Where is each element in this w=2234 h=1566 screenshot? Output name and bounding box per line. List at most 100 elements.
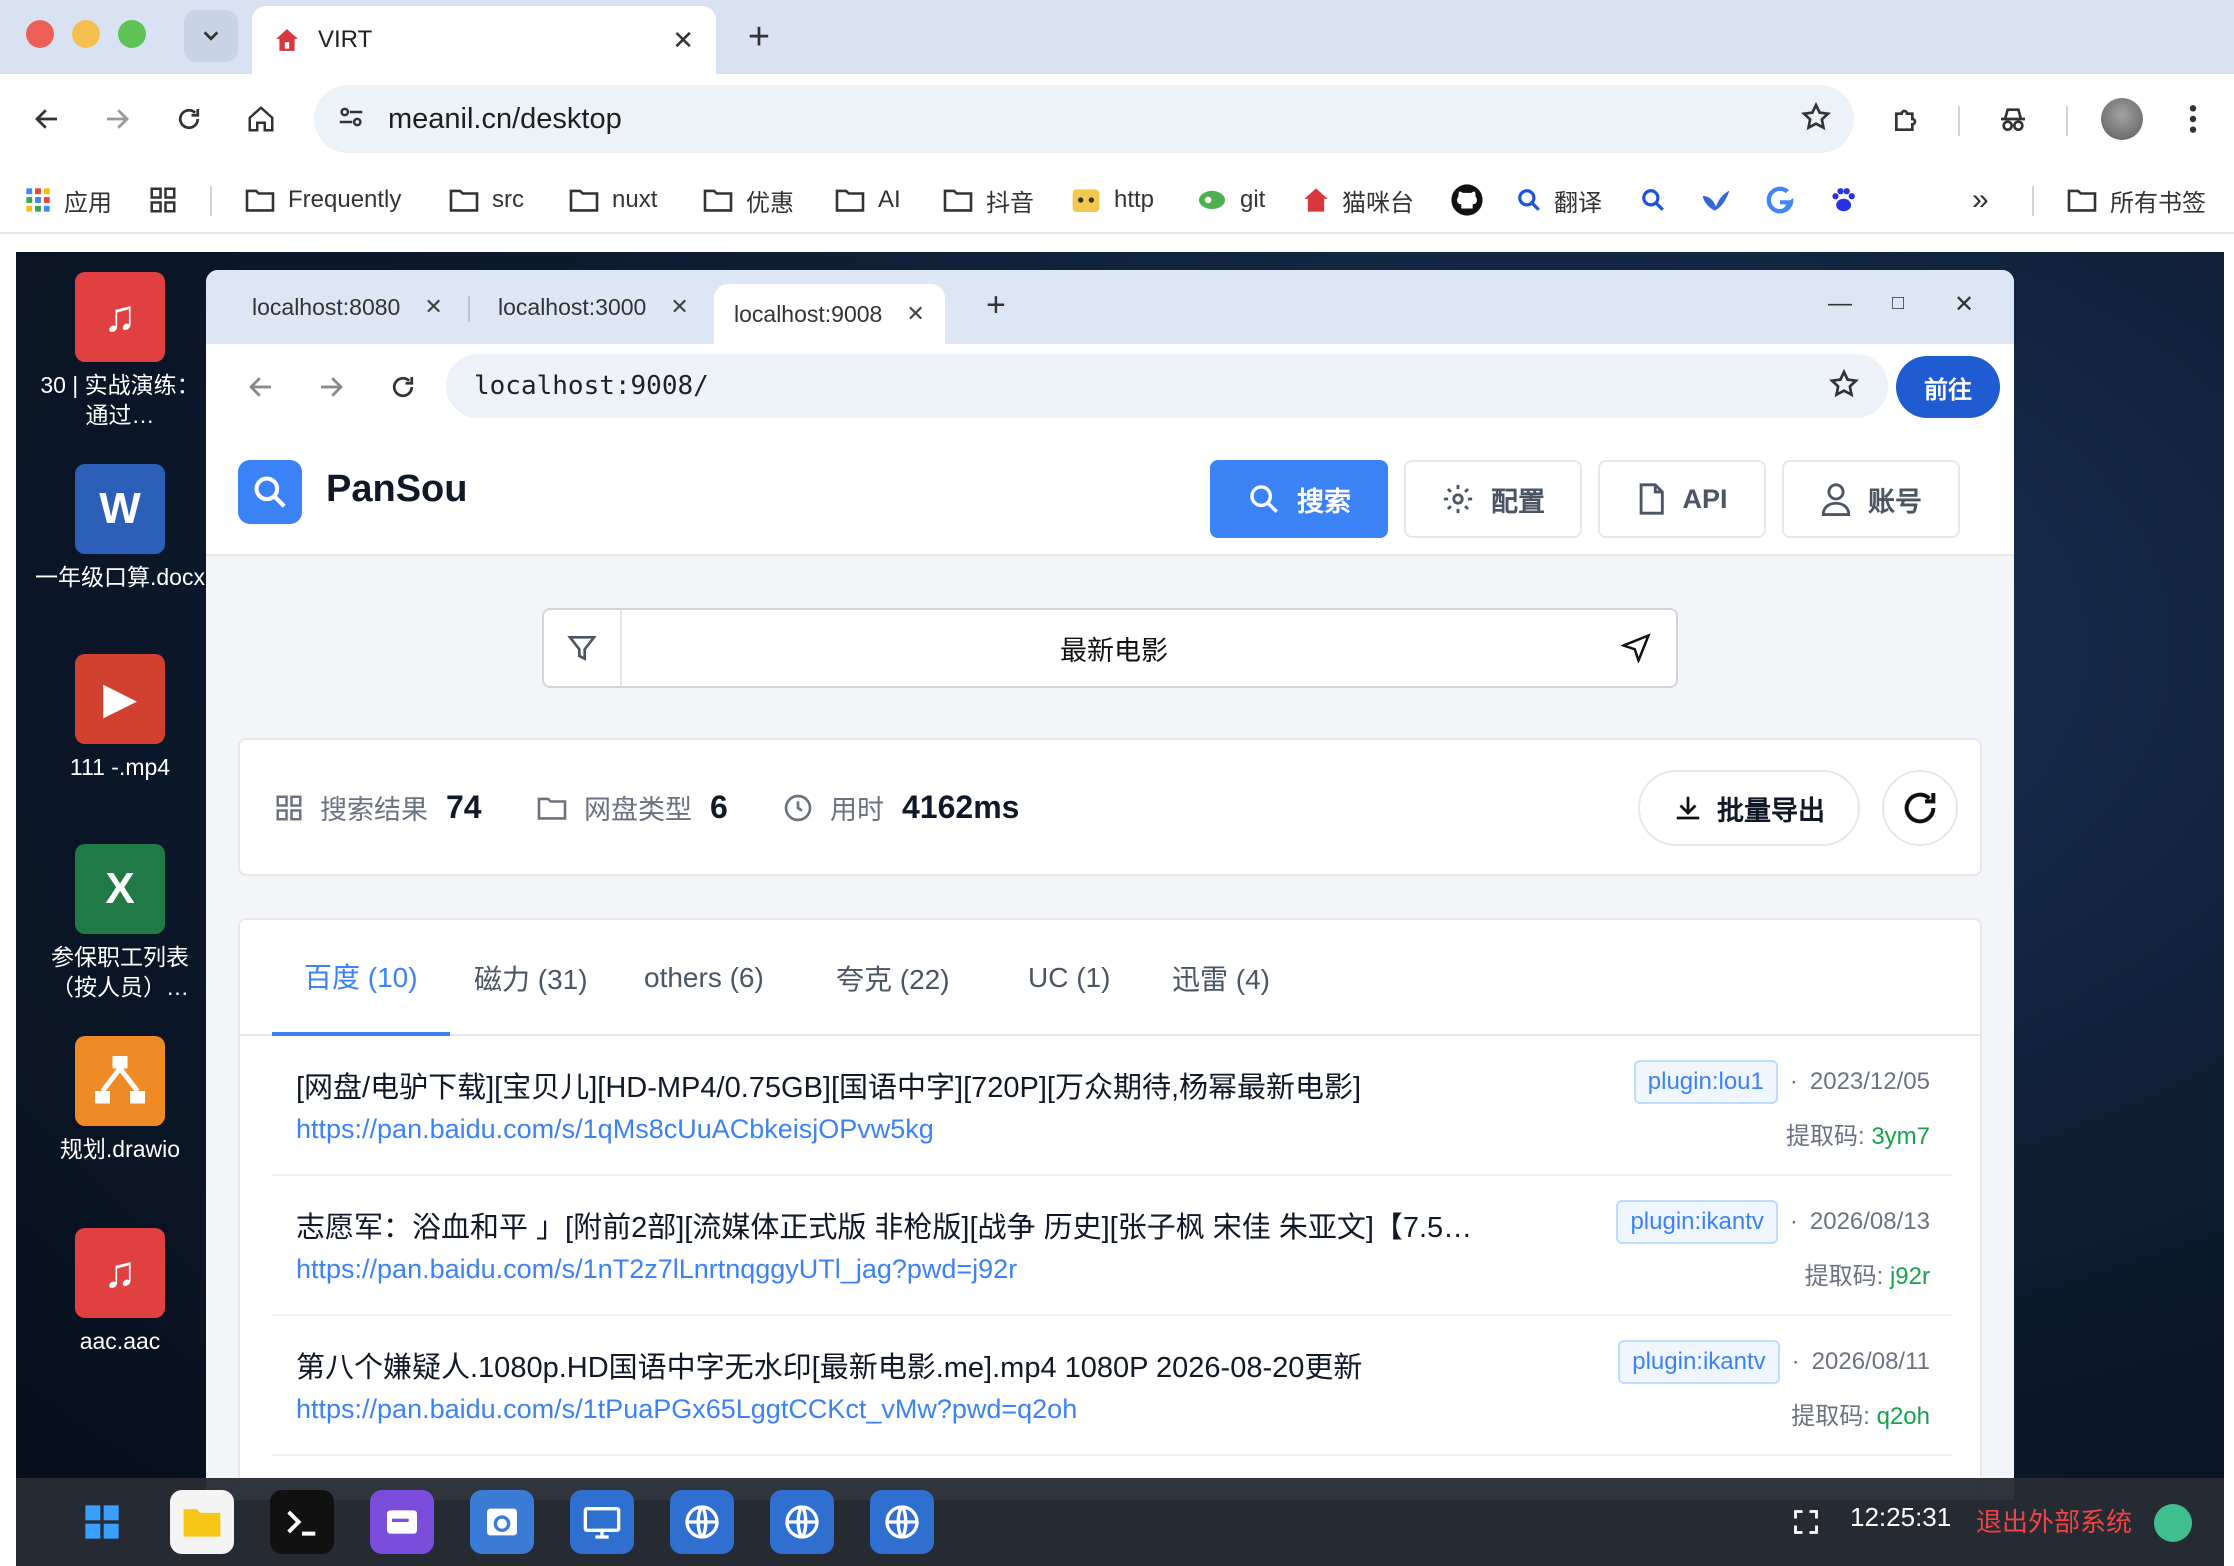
back-button[interactable] xyxy=(22,94,72,144)
home-button[interactable] xyxy=(236,94,286,144)
tab-baidu[interactable]: 百度 (10) xyxy=(272,920,450,1036)
batch-export-button[interactable]: 批量导出 xyxy=(1638,770,1860,846)
tab-search-button[interactable] xyxy=(184,10,238,62)
bookmark-search[interactable] xyxy=(1640,180,1678,220)
window-minimize-button[interactable] xyxy=(72,20,100,48)
desktop-icon-docx[interactable]: W 一年级口算.docx xyxy=(32,464,208,592)
terminal-icon xyxy=(287,1510,316,1536)
bookmark-apps[interactable]: 应用 xyxy=(24,180,112,220)
taskbar-app-purple[interactable] xyxy=(370,1490,434,1554)
tab-uc[interactable]: UC (1) xyxy=(996,920,1142,1036)
bookmark-git[interactable]: git xyxy=(1196,180,1265,220)
taskbar-remote-desktop[interactable] xyxy=(570,1490,634,1554)
inner-tab[interactable]: localhost:3000 ✕ xyxy=(478,270,709,344)
nav-config-button[interactable]: 配置 xyxy=(1404,460,1582,538)
tab-quark[interactable]: 夸克 (22) xyxy=(804,920,982,1036)
desktop-icon-music[interactable]: ♫ 30 | 实战演练：通过… xyxy=(32,272,208,430)
close-icon[interactable]: ✕ xyxy=(424,294,442,320)
bookmark-maomitai[interactable]: 猫咪台 xyxy=(1302,180,1414,220)
result-link[interactable]: https://pan.baidu.com/s/1nT2z7lLnrtnqggy… xyxy=(296,1254,1017,1285)
profile-avatar[interactable] xyxy=(2101,98,2143,140)
reload-button[interactable] xyxy=(378,362,428,412)
taskbar-browser-window[interactable] xyxy=(470,1490,534,1554)
bookmark-folder-douyin[interactable]: 抖音 xyxy=(942,180,1034,220)
desktop-icon-aac[interactable]: ♫ aac.aac xyxy=(32,1228,208,1356)
bookmark-folder-frequently[interactable]: Frequently xyxy=(244,180,401,220)
start-button[interactable] xyxy=(70,1490,134,1554)
outer-tab-title: VIRT xyxy=(318,26,373,53)
desktop-icon-label: aac.aac xyxy=(79,1328,161,1354)
taskbar-terminal[interactable] xyxy=(270,1490,334,1554)
search-input[interactable] xyxy=(624,610,1604,686)
taskbar-file-manager[interactable] xyxy=(170,1490,234,1554)
star-icon[interactable] xyxy=(1828,368,1860,405)
minimize-button[interactable]: — xyxy=(1828,290,1852,318)
nav-account-button[interactable]: 账号 xyxy=(1782,460,1960,538)
go-button[interactable]: 前往 xyxy=(1896,356,2000,418)
bookmark-github[interactable] xyxy=(1450,180,1496,220)
close-icon[interactable]: ✕ xyxy=(670,294,688,320)
result-title: [网盘/电驴下载][宝贝儿][HD-MP4/0.75GB][国语中字][720P… xyxy=(296,1072,1362,1104)
star-icon[interactable] xyxy=(1800,101,1832,138)
inner-address-bar[interactable]: localhost:9008/ xyxy=(446,354,1888,418)
stat-disk-types: 网盘类型 6 xyxy=(536,788,728,827)
send-button[interactable] xyxy=(1616,628,1656,668)
tab-magnet[interactable]: 磁力 (31) xyxy=(442,920,620,1036)
refresh-button[interactable] xyxy=(1882,770,1958,846)
bookmark-tab-groups[interactable] xyxy=(148,180,190,220)
nav-search-button[interactable]: 搜索 xyxy=(1210,460,1388,538)
new-tab-button[interactable]: + xyxy=(736,14,782,60)
result-link[interactable]: https://pan.baidu.com/s/1tPuaPGx65LggtCC… xyxy=(296,1394,1077,1425)
desktop-icon-xlsx[interactable]: X 参保职工列表（按人员）… xyxy=(32,844,208,1002)
desktop-icon-mp4[interactable]: ▶ 111 -.mp4 xyxy=(32,654,208,782)
filter-button[interactable] xyxy=(544,610,622,686)
close-icon[interactable]: ✕ xyxy=(906,301,924,327)
bookmark-baidu[interactable] xyxy=(1828,180,1870,220)
bookmarks-more-button[interactable]: » xyxy=(1972,180,1989,220)
close-icon[interactable]: ✕ xyxy=(672,25,694,56)
bookmark-folder-ai[interactable]: AI xyxy=(834,180,901,220)
bookmark-translate[interactable]: 翻译 xyxy=(1516,180,1602,220)
bookmark-http[interactable]: http xyxy=(1070,180,1154,220)
result-link[interactable]: https://pan.baidu.com/s/1qMs8cUuACbkeisj… xyxy=(296,1114,934,1145)
new-tab-button[interactable]: + xyxy=(986,286,1006,325)
fullscreen-button[interactable] xyxy=(1786,1502,1826,1542)
forward-button[interactable] xyxy=(306,362,356,412)
desktop-icon-drawio[interactable]: 规划.drawio xyxy=(32,1036,208,1164)
back-button[interactable] xyxy=(236,362,286,412)
bookmark-folder-youhui[interactable]: 优惠 xyxy=(702,180,794,220)
site-settings-icon[interactable] xyxy=(336,102,366,137)
bookmark-all-bookmarks[interactable]: 所有书签 xyxy=(2066,180,2206,220)
tab-others[interactable]: others (6) xyxy=(612,920,796,1036)
brand-name: PanSou xyxy=(326,468,468,510)
logo[interactable] xyxy=(238,460,302,524)
inner-tab[interactable]: localhost:8080 ✕ xyxy=(232,270,463,344)
menu-button[interactable] xyxy=(2168,94,2218,144)
tab-xunlei[interactable]: 迅雷 (4) xyxy=(1140,920,1302,1036)
bookmark-google[interactable] xyxy=(1766,180,1806,220)
extract-code-value: 3ym7 xyxy=(1871,1123,1930,1150)
bookmark-folder-src[interactable]: src xyxy=(448,180,524,220)
status-indicator[interactable] xyxy=(2154,1504,2192,1542)
bookmark-folder-nuxt[interactable]: nuxt xyxy=(568,180,657,220)
window-close-button[interactable] xyxy=(26,20,54,48)
inner-tab-active[interactable]: localhost:9008 ✕ xyxy=(714,284,945,344)
incognito-button[interactable] xyxy=(1988,94,2038,144)
extensions-button[interactable] xyxy=(1882,94,1932,144)
forward-button[interactable] xyxy=(92,94,142,144)
reload-button[interactable] xyxy=(164,94,214,144)
address-bar[interactable]: meanil.cn/desktop xyxy=(314,85,1854,153)
taskbar-globe-2[interactable] xyxy=(770,1490,834,1554)
outer-tab-virt[interactable]: VIRT ✕ xyxy=(252,6,716,74)
maximize-button[interactable]: □ xyxy=(1892,292,1904,315)
reload-icon xyxy=(392,376,414,398)
exit-external-system-button[interactable]: 退出外部系统 xyxy=(1976,1502,2132,1539)
result-item: [网盘/电驴下载][宝贝儿][HD-MP4/0.75GB][国语中字][720P… xyxy=(272,1036,1952,1176)
inner-address-url: localhost:9008/ xyxy=(474,371,709,401)
bookmark-bird[interactable] xyxy=(1700,180,1744,220)
close-window-button[interactable]: ✕ xyxy=(1954,290,1974,319)
nav-api-button[interactable]: API xyxy=(1598,460,1766,538)
window-zoom-button[interactable] xyxy=(118,20,146,48)
taskbar-globe-1[interactable] xyxy=(670,1490,734,1554)
taskbar-globe-3[interactable] xyxy=(870,1490,934,1554)
